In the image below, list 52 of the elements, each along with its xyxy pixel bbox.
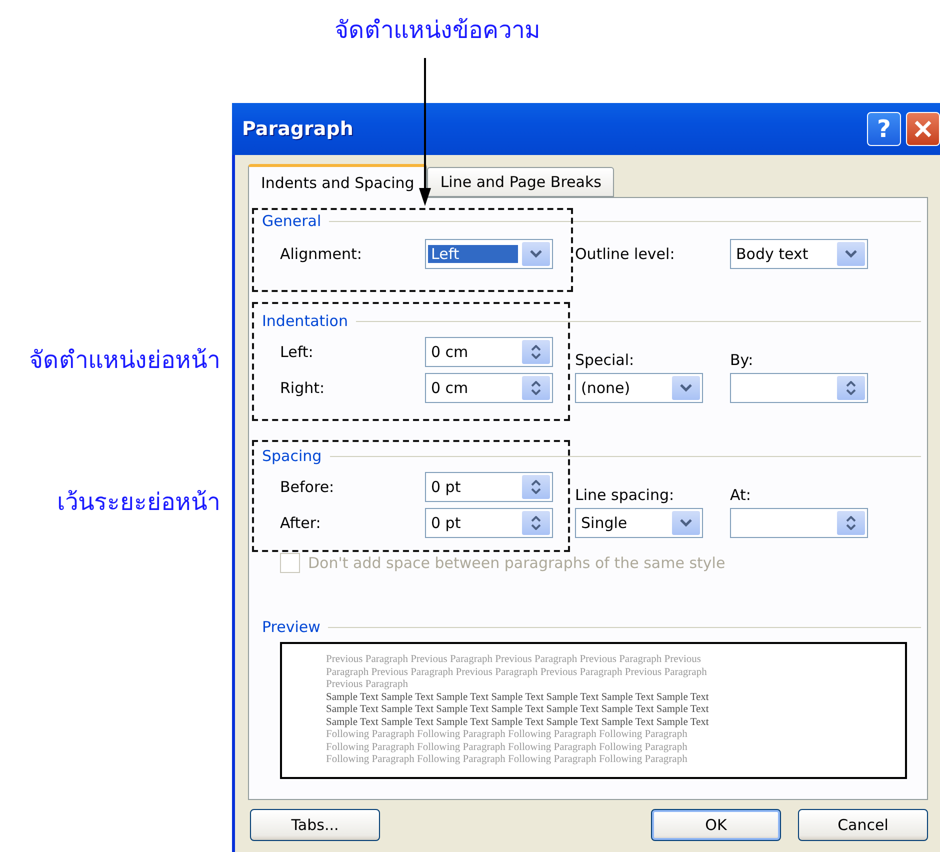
preview-text: Following Paragraph Following Paragraph Following Paragraph Following Paragraph	[326, 742, 688, 754]
close-button[interactable]	[906, 112, 940, 146]
field-label: Special:	[575, 351, 634, 369]
dialog-button[interactable]: Tabs...	[250, 809, 380, 841]
preview-text: Sample Text Sample Text Sample Text Sample Text Sample Text Sample Text Sample Text	[326, 692, 710, 704]
spinner-arrows-icon	[531, 480, 541, 494]
group-title: Indentation	[262, 312, 348, 330]
dropdown[interactable]: Single	[575, 508, 703, 538]
preview-text: Previous Paragraph	[326, 679, 409, 692]
group-title: General	[262, 212, 322, 230]
spin-field[interactable]: 0 pt	[425, 472, 553, 502]
preview-text: Previous Paragraph Previous Paragraph Previous Paragraph Previous Paragraph Previous	[326, 654, 702, 666]
spinner-arrows-icon	[531, 381, 541, 395]
dropdown[interactable]: Left	[425, 239, 553, 269]
preview-text: Sample Text Sample Text Sample Text Sample Text Sample Text Sample Text Sample Text	[326, 716, 710, 729]
spinner-arrows-icon	[846, 516, 856, 530]
field-label: After:	[280, 514, 322, 532]
dropdown[interactable]: Body text	[730, 239, 868, 269]
spin-field[interactable]: 0 cm	[425, 373, 553, 403]
spin-field[interactable]: 0 pt	[425, 508, 553, 538]
field-label: At:	[730, 486, 751, 504]
annotation-text: จัดตำแหน่งข้อความ	[334, 15, 542, 46]
spinner-arrows-icon	[531, 345, 541, 359]
dialog-button[interactable]: Cancel	[798, 809, 928, 841]
spinner-arrows-icon	[846, 381, 856, 395]
field-label: Line spacing:	[575, 486, 674, 504]
preview-text: Following Paragraph Following Paragraph Following Paragraph Following Paragraph	[326, 754, 688, 766]
tab[interactable]: Indents and Spacing	[248, 164, 428, 198]
field-label: Outline level:	[575, 245, 676, 263]
field-label: Left:	[280, 343, 314, 361]
close-icon	[913, 119, 933, 139]
checkbox-label: Don't add space between paragraphs of the same style	[308, 554, 726, 572]
annotation-text: เว้นระยะย่อหน้า	[56, 487, 220, 518]
preview-text: Following Paragraph Following Paragraph Following Paragraph Following Paragraph	[326, 729, 688, 742]
window-title: Paragraph	[242, 118, 354, 140]
preview-text: Paragraph Previous Paragraph Previous Paragraph Previous Paragraph Previous Paragraph	[326, 666, 708, 679]
dialog-button[interactable]: OK	[651, 809, 781, 841]
field-label: Right:	[280, 379, 326, 397]
spin-field[interactable]: 0 cm	[425, 337, 553, 367]
dropdown[interactable]: (none)	[575, 373, 703, 403]
spinner-arrows-icon	[531, 516, 541, 530]
field-label: Before:	[280, 478, 336, 496]
help-button[interactable]: ?	[867, 112, 901, 146]
spin-field[interactable]	[730, 373, 868, 403]
group-title: Spacing	[262, 447, 322, 465]
annotation-text: จัดตำแหน่งย่อหน้า	[28, 345, 220, 376]
field-label: Alignment:	[280, 245, 363, 263]
spin-field[interactable]	[730, 508, 868, 538]
preview-text: Sample Text Sample Text Sample Text Sample Text Sample Text Sample Text Sample Text	[326, 704, 710, 716]
field-label: By:	[730, 351, 754, 369]
group-title: Preview	[262, 618, 320, 636]
tab[interactable]: Line and Page Breaks	[427, 167, 614, 197]
